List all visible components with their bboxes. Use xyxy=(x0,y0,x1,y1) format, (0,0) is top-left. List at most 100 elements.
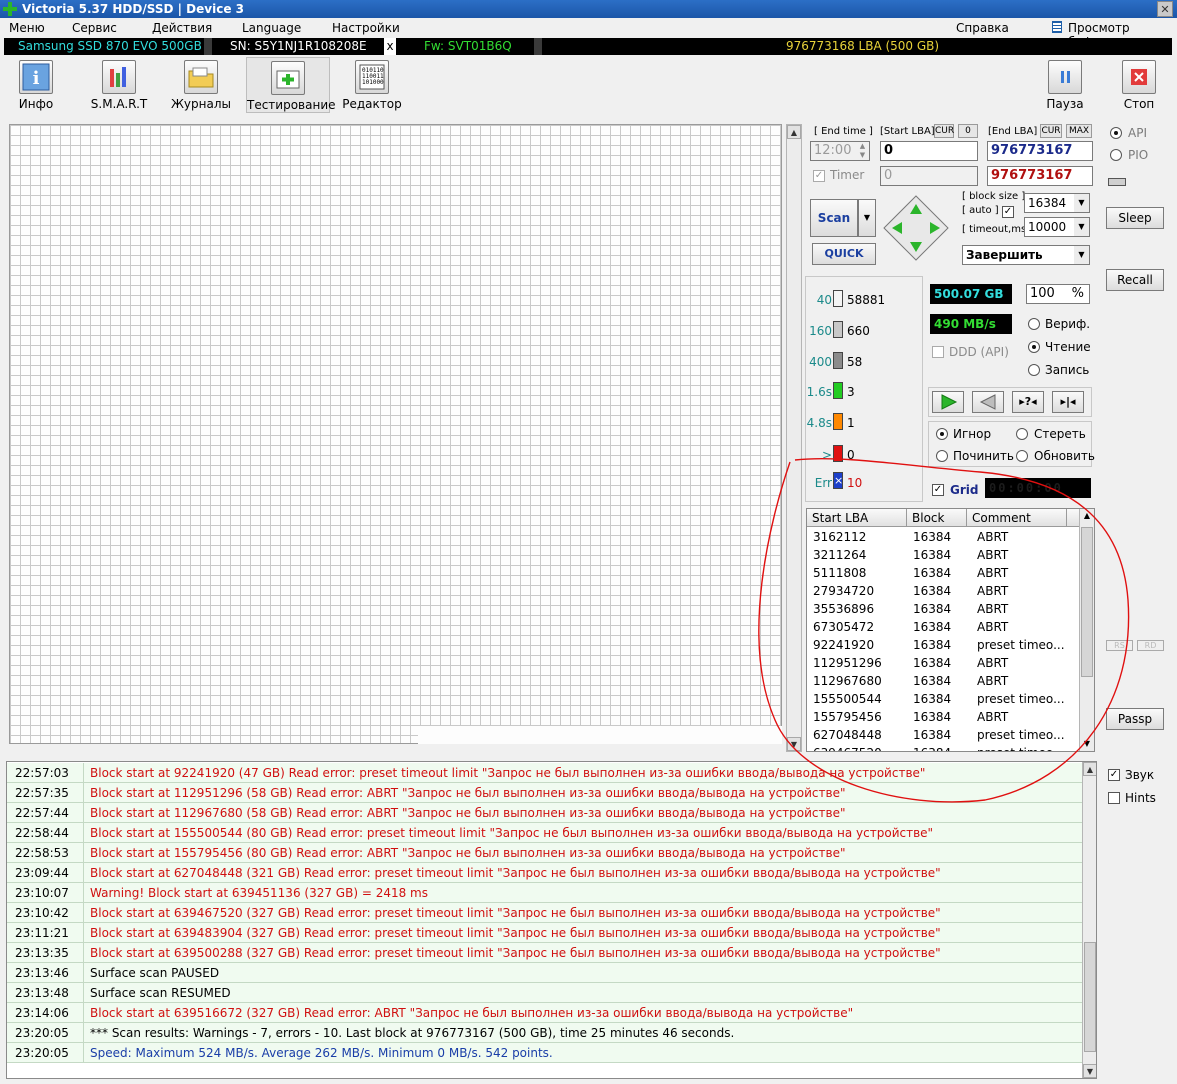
pause-button[interactable]: Пауза xyxy=(1042,57,1088,113)
error-table-row[interactable]: 155795456 16384 ABRT xyxy=(807,708,1079,726)
menu-item-language[interactable]: Language xyxy=(242,21,301,35)
current-lba-display: 976773167 xyxy=(987,166,1093,186)
device-bar[interactable]: Samsung SSD 870 EVO 500GB SN: S5Y1NJ1R10… xyxy=(4,38,1172,55)
ddd-api-checkbox[interactable] xyxy=(932,346,944,358)
read-radio[interactable] xyxy=(1028,341,1040,353)
ignore-label: Игнор xyxy=(953,427,992,441)
error-table-row[interactable]: 92241920 16384 preset timeo... xyxy=(807,636,1079,654)
auto-block-size-checkbox[interactable]: ✓ xyxy=(1002,206,1014,218)
menu-item-help[interactable]: Справка xyxy=(956,21,1009,35)
smart-button[interactable]: S.M.A.R.T xyxy=(86,57,152,113)
latency-label: 4.8s xyxy=(806,416,832,430)
erase-radio[interactable] xyxy=(1016,428,1028,440)
reverse-icon xyxy=(979,394,996,410)
rd-indicator: RD xyxy=(1137,640,1164,651)
map-scrollbar[interactable]: ▲ ▼ xyxy=(786,124,802,752)
random-seek-button[interactable]: ▸?◂ xyxy=(1012,391,1044,413)
log-entry: 22:58:53 Block start at 155795456 (80 GB)… xyxy=(7,843,1083,863)
sleep-button[interactable]: Sleep xyxy=(1106,207,1164,229)
log-time: 22:58:53 xyxy=(15,846,69,860)
error-table-scrollbar[interactable]: ▲ ▼ xyxy=(1079,509,1094,751)
start-lba-input[interactable]: 0 xyxy=(880,141,978,161)
end-time-spinner[interactable]: ▲ ▼ xyxy=(856,142,869,160)
repair-radio[interactable] xyxy=(936,450,948,462)
error-table-row[interactable]: 155500544 16384 preset timeo... xyxy=(807,690,1079,708)
verify-radio[interactable] xyxy=(1028,318,1040,330)
menu-item-settings[interactable]: Настройки xyxy=(332,21,400,35)
write-radio[interactable] xyxy=(1028,364,1040,376)
refresh-radio[interactable] xyxy=(1016,450,1028,462)
quick-button[interactable]: QUICK xyxy=(812,243,876,265)
end-lba-input[interactable]: 976773167 xyxy=(987,141,1093,161)
menu-item-service[interactable]: Сервис xyxy=(72,21,117,35)
log-scrollbar[interactable]: ▲ ▼ xyxy=(1082,762,1096,1078)
ignore-radio[interactable] xyxy=(936,428,948,440)
api-radio[interactable] xyxy=(1110,127,1122,139)
latency-label: > xyxy=(821,448,832,462)
play-forward-button[interactable] xyxy=(932,391,964,413)
error-table-row[interactable]: 5111808 16384 ABRT xyxy=(807,564,1079,582)
menu-item-actions[interactable]: Действия xyxy=(152,21,212,35)
error-table-scroll-thumb[interactable] xyxy=(1081,527,1093,677)
window-close-button[interactable]: ✕ xyxy=(1157,1,1173,17)
start-lba-cur-button[interactable]: CUR xyxy=(934,124,954,138)
timeout-dropdown-arrow[interactable]: ▼ xyxy=(1074,218,1089,236)
scan-button[interactable]: Scan xyxy=(810,199,858,237)
error-table-row[interactable]: 639467520 16384 preset timeo... xyxy=(807,744,1079,751)
test-button[interactable]: Тестирование xyxy=(246,57,336,113)
error-table-row[interactable]: 112967680 16384 ABRT xyxy=(807,672,1079,690)
error-table-row[interactable]: 67305472 16384 ABRT xyxy=(807,618,1079,636)
end-lba-max-button[interactable]: MAX xyxy=(1066,124,1092,138)
log-scroll-thumb[interactable] xyxy=(1084,942,1096,1052)
row-start-lba: 155795456 xyxy=(813,710,882,724)
error-table-row[interactable]: 27934720 16384 ABRT xyxy=(807,582,1079,600)
editor-button[interactable]: 010110 110011 101000 Редактор xyxy=(342,57,402,113)
direction-pad-icon[interactable] xyxy=(882,194,950,262)
error-table-row[interactable]: 112951296 16384 ABRT xyxy=(807,654,1079,672)
col-block[interactable]: Block xyxy=(907,509,967,527)
grid-checkbox[interactable]: ✓ xyxy=(932,484,944,496)
play-backward-button[interactable] xyxy=(972,391,1004,413)
play-icon xyxy=(941,394,958,410)
start-lba-zero-button[interactable]: 0 xyxy=(958,124,978,138)
logs-button[interactable]: Журналы xyxy=(170,57,232,113)
log-scroll-up[interactable]: ▲ xyxy=(1083,762,1096,776)
menu-item-menu[interactable]: Меню xyxy=(9,21,45,35)
sound-checkbox[interactable]: ✓ xyxy=(1108,769,1120,781)
finish-action-dropdown-arrow[interactable]: ▼ xyxy=(1074,246,1089,264)
error-table-scroll-up[interactable]: ▲ xyxy=(1080,509,1094,523)
log-scroll-down[interactable]: ▼ xyxy=(1083,1064,1096,1078)
col-comment[interactable]: Comment xyxy=(967,509,1067,527)
recall-button[interactable]: Recall xyxy=(1106,269,1164,291)
pio-radio[interactable] xyxy=(1110,149,1122,161)
device-close-button[interactable]: x xyxy=(384,38,396,55)
butterfly-button[interactable]: ▸|◂ xyxy=(1052,391,1084,413)
block-size-dropdown-arrow[interactable]: ▼ xyxy=(1074,194,1089,212)
timer-checkbox[interactable]: ✓ xyxy=(813,170,825,182)
stop-button[interactable]: Стоп xyxy=(1116,57,1162,113)
hints-checkbox[interactable] xyxy=(1108,792,1120,804)
error-table-row[interactable]: 627048448 16384 preset timeo... xyxy=(807,726,1079,744)
map-scroll-down-arrow[interactable]: ▼ xyxy=(787,737,801,751)
info-button[interactable]: i Инфо xyxy=(10,57,62,113)
error-table-scroll-down[interactable]: ▼ xyxy=(1080,737,1094,751)
end-lba-cur-button[interactable]: CUR xyxy=(1040,124,1062,138)
row-start-lba: 5111808 xyxy=(813,566,867,580)
finish-action-select[interactable]: Завершить xyxy=(962,245,1090,265)
timer-input[interactable]: 0 xyxy=(880,166,978,186)
col-start-lba[interactable]: Start LBA xyxy=(807,509,907,527)
latency-label: 400 xyxy=(809,355,832,369)
scan-dropdown-button[interactable]: ▼ xyxy=(858,199,876,237)
row-comment: ABRT xyxy=(977,710,1009,724)
log-time: 23:11:21 xyxy=(15,926,69,940)
passp-button[interactable]: Passp xyxy=(1106,708,1164,730)
error-table-row[interactable]: 3162112 16384 ABRT xyxy=(807,528,1079,546)
latency-count: 3 xyxy=(847,385,855,399)
info-icon: i xyxy=(19,60,53,94)
error-table-row[interactable]: 3211264 16384 ABRT xyxy=(807,546,1079,564)
map-scroll-up-arrow[interactable]: ▲ xyxy=(787,125,801,139)
error-table-row[interactable]: 35536896 16384 ABRT xyxy=(807,600,1079,618)
svg-text:i: i xyxy=(33,68,40,89)
err-label: Err xyxy=(814,476,832,490)
log-message: Block start at 155500544 (80 GB) Read er… xyxy=(83,823,933,843)
